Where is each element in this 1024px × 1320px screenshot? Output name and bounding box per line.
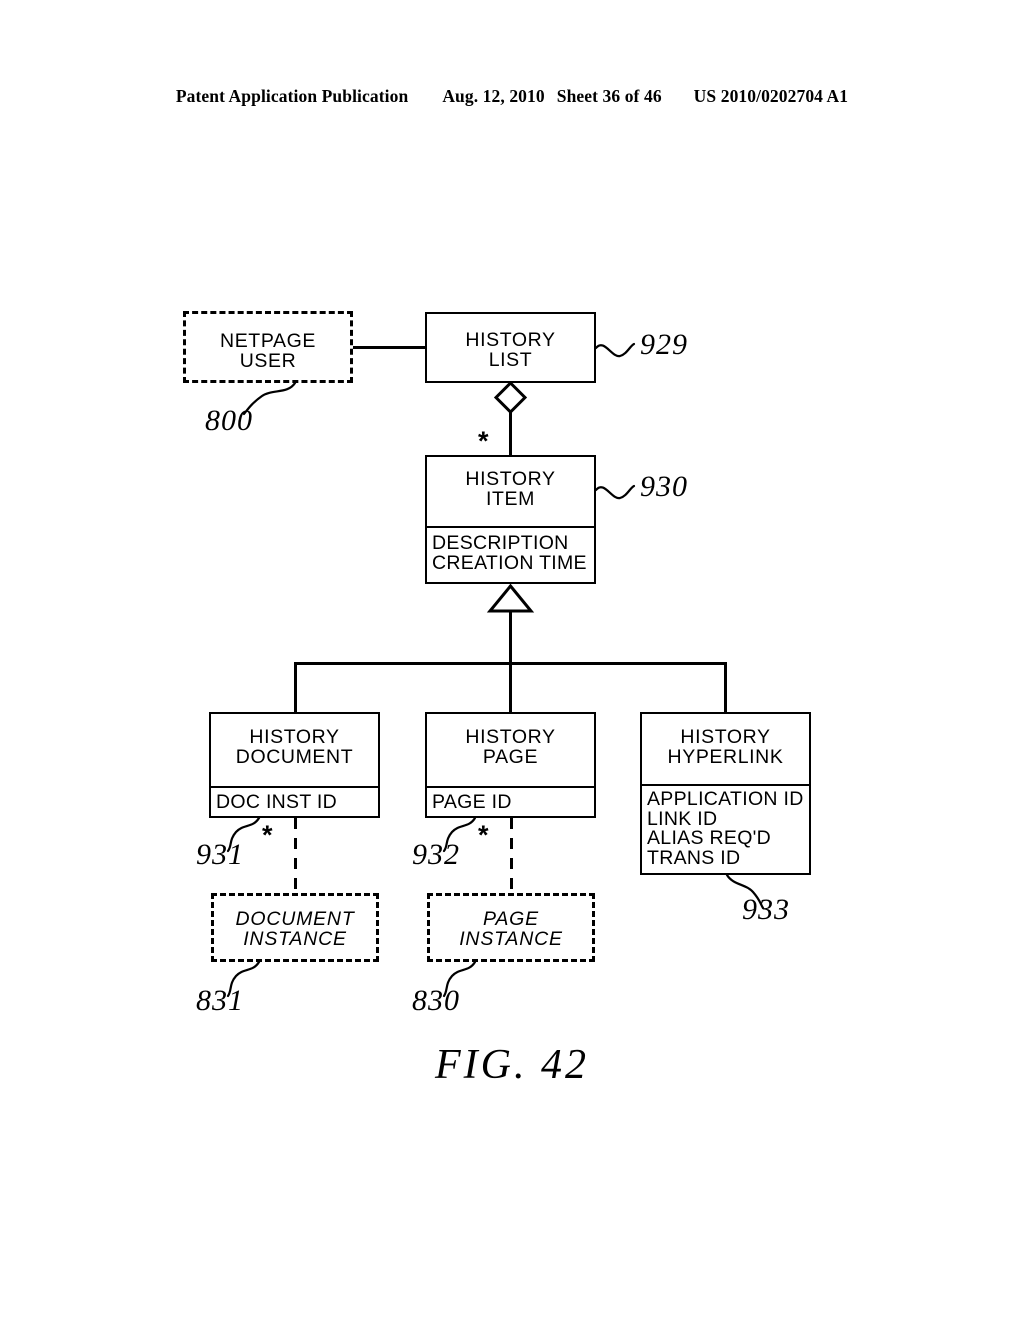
class-title-history-document: HISTORY DOCUMENT [235, 726, 354, 768]
class-title-history-hyperlink: HISTORY HYPERLINK [667, 726, 784, 768]
class-node-document-instance[interactable]: DOCUMENT INSTANCE [211, 893, 379, 962]
class-title-history-item: HISTORY ITEM [465, 468, 556, 510]
reference-numeral-831: 831 [196, 984, 244, 1017]
class-attributes-history-item: DESCRIPTION CREATION TIME [432, 532, 587, 574]
multiplicity-list-to-item: * [478, 426, 489, 456]
class-node-netpage-user[interactable]: NETPAGE USER [183, 311, 353, 383]
reference-numeral-930: 930 [640, 470, 688, 503]
class-node-history-list[interactable]: HISTORY LIST [425, 312, 596, 383]
multiplicity-document-to-instance: * [262, 820, 273, 850]
class-node-page-instance[interactable]: PAGE INSTANCE [427, 893, 595, 962]
connectors-svg [226, 342, 765, 998]
class-title-history-list: HISTORY LIST [465, 329, 556, 371]
class-node-history-page[interactable]: HISTORY PAGE PAGE ID [425, 712, 596, 818]
reference-numeral-932: 932 [412, 838, 460, 871]
reference-numeral-929: 929 [640, 328, 688, 361]
aggregation-diamond-icon [493, 380, 528, 415]
reference-numeral-933: 933 [742, 893, 790, 926]
class-attributes-history-hyperlink: APPLICATION ID LINK ID ALIAS REQ'D TRANS… [647, 788, 804, 869]
class-node-history-hyperlink[interactable]: HISTORY HYPERLINK APPLICATION ID LINK ID… [640, 712, 811, 875]
reference-numeral-931: 931 [196, 838, 244, 871]
lead-line-930 [594, 484, 636, 500]
class-node-history-item[interactable]: HISTORY ITEM DESCRIPTION CREATION TIME [425, 455, 596, 584]
class-title-netpage-user: NETPAGE USER [220, 330, 316, 372]
patent-figure-page: Patent Application Publication Aug. 12, 2… [0, 0, 1024, 1320]
class-node-history-document[interactable]: HISTORY DOCUMENT DOC INST ID [209, 712, 380, 818]
class-title-document-instance: DOCUMENT INSTANCE [235, 908, 355, 950]
diagram-connector-layer [0, 0, 1024, 1320]
figure-caption: FIG. 42 [435, 1042, 589, 1088]
reference-numeral-830: 830 [412, 984, 460, 1017]
generalization-triangle-icon [486, 583, 535, 613]
multiplicity-page-to-instance: * [478, 820, 489, 850]
lead-line-929 [594, 342, 636, 358]
class-title-history-page: HISTORY PAGE [465, 726, 556, 768]
class-attributes-history-document: DOC INST ID [216, 791, 338, 813]
class-title-page-instance: PAGE INSTANCE [459, 908, 563, 950]
reference-numeral-800: 800 [205, 404, 253, 437]
class-attributes-history-page: PAGE ID [432, 791, 512, 813]
